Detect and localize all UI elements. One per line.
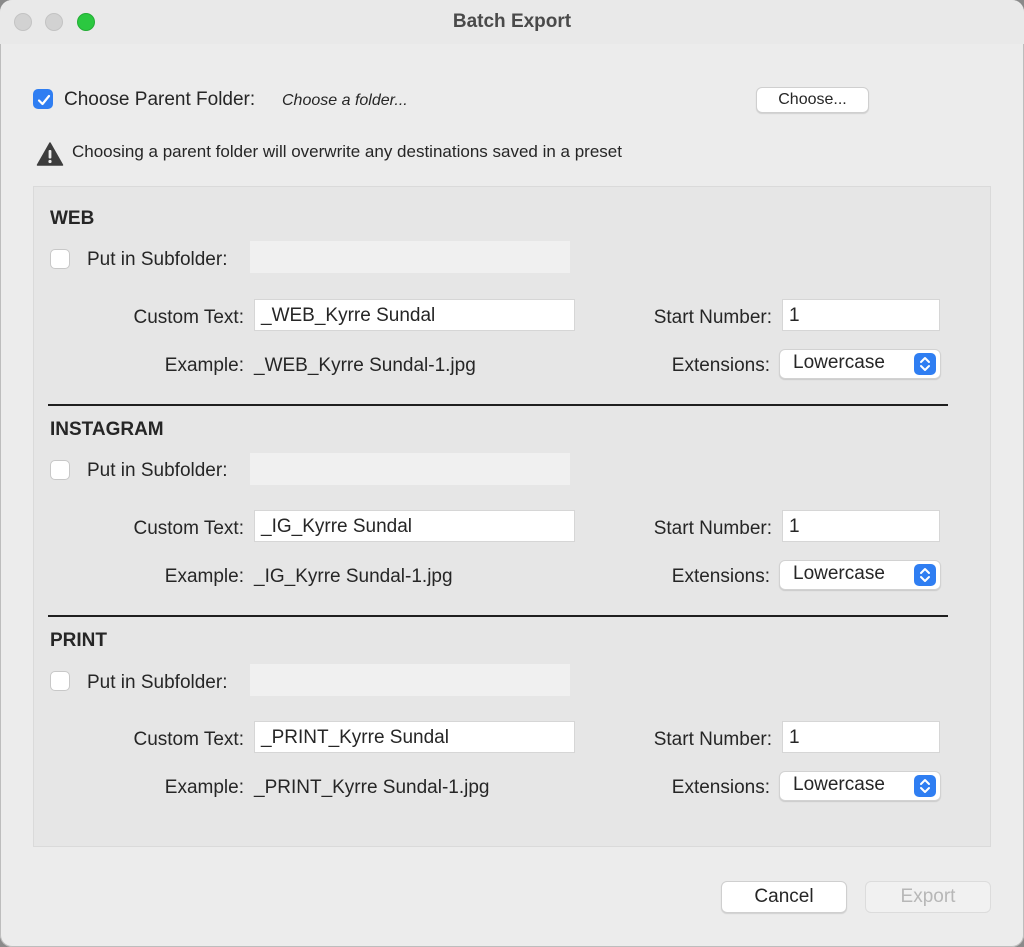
web-start-number-label: Start Number: xyxy=(653,307,772,328)
title-bar: Batch Export xyxy=(0,0,1024,44)
web-subfolder-label: Put in Subfolder: xyxy=(87,249,228,270)
print-example-label: Example: xyxy=(164,777,244,798)
instagram-subfolder-input[interactable] xyxy=(250,453,570,485)
batch-export-window: Batch Export Choose Parent Folder: Choos… xyxy=(0,0,1024,947)
print-subfolder-checkbox[interactable] xyxy=(50,671,70,691)
print-extensions-label: Extensions: xyxy=(671,777,770,798)
print-custom-text-input[interactable]: _PRINT_Kyrre Sundal xyxy=(254,721,575,753)
web-extensions-label: Extensions: xyxy=(671,355,770,376)
web-start-number-input[interactable]: 1 xyxy=(782,299,940,331)
chevron-updown-icon xyxy=(914,353,936,375)
overwrite-warning-text: Choosing a parent folder will overwrite … xyxy=(72,142,622,161)
print-subfolder-label: Put in Subfolder: xyxy=(87,672,228,693)
print-example-value: _PRINT_Kyrre Sundal-1.jpg xyxy=(254,777,490,798)
web-extensions-select[interactable]: Lowercase xyxy=(779,349,941,379)
checkmark-icon xyxy=(37,94,51,106)
parent-folder-path: Choose a folder... xyxy=(282,92,408,109)
web-custom-text-input[interactable]: _WEB_Kyrre Sundal xyxy=(254,299,575,331)
section-divider xyxy=(48,404,948,406)
section-title-print: PRINT xyxy=(50,630,107,651)
instagram-extensions-value: Lowercase xyxy=(793,563,885,584)
instagram-example-label: Example: xyxy=(164,566,244,587)
chevron-updown-icon xyxy=(914,775,936,797)
instagram-custom-text-label: Custom Text: xyxy=(133,518,244,539)
chevron-updown-icon xyxy=(914,564,936,586)
window-title: Batch Export xyxy=(452,11,572,32)
cancel-button[interactable]: Cancel xyxy=(721,881,847,913)
print-start-number-label: Start Number: xyxy=(653,729,772,750)
choose-folder-button[interactable]: Choose... xyxy=(756,87,869,113)
section-title-instagram: INSTAGRAM xyxy=(50,419,164,440)
web-subfolder-checkbox[interactable] xyxy=(50,249,70,269)
web-example-value: _WEB_Kyrre Sundal-1.jpg xyxy=(254,355,476,376)
print-extensions-select[interactable]: Lowercase xyxy=(779,771,941,801)
instagram-subfolder-checkbox[interactable] xyxy=(50,460,70,480)
web-subfolder-input[interactable] xyxy=(250,241,570,273)
web-custom-text-label: Custom Text: xyxy=(133,307,244,328)
choose-parent-folder-checkbox[interactable] xyxy=(33,89,53,109)
instagram-extensions-label: Extensions: xyxy=(671,566,770,587)
print-custom-text-label: Custom Text: xyxy=(133,729,244,750)
print-extensions-value: Lowercase xyxy=(793,774,885,795)
instagram-example-value: _IG_Kyrre Sundal-1.jpg xyxy=(254,566,453,587)
instagram-subfolder-label: Put in Subfolder: xyxy=(87,460,228,481)
export-button[interactable]: Export xyxy=(865,881,991,913)
web-example-label: Example: xyxy=(164,355,244,376)
instagram-extensions-select[interactable]: Lowercase xyxy=(779,560,941,590)
print-start-number-input[interactable]: 1 xyxy=(782,721,940,753)
print-subfolder-input[interactable] xyxy=(250,664,570,696)
instagram-start-number-label: Start Number: xyxy=(653,518,772,539)
web-extensions-value: Lowercase xyxy=(793,352,885,373)
choose-parent-folder-label: Choose Parent Folder: xyxy=(64,89,256,110)
section-divider xyxy=(48,615,948,617)
instagram-custom-text-input[interactable]: _IG_Kyrre Sundal xyxy=(254,510,575,542)
warning-icon xyxy=(36,142,64,166)
instagram-start-number-input[interactable]: 1 xyxy=(782,510,940,542)
section-title-web: WEB xyxy=(50,208,95,229)
